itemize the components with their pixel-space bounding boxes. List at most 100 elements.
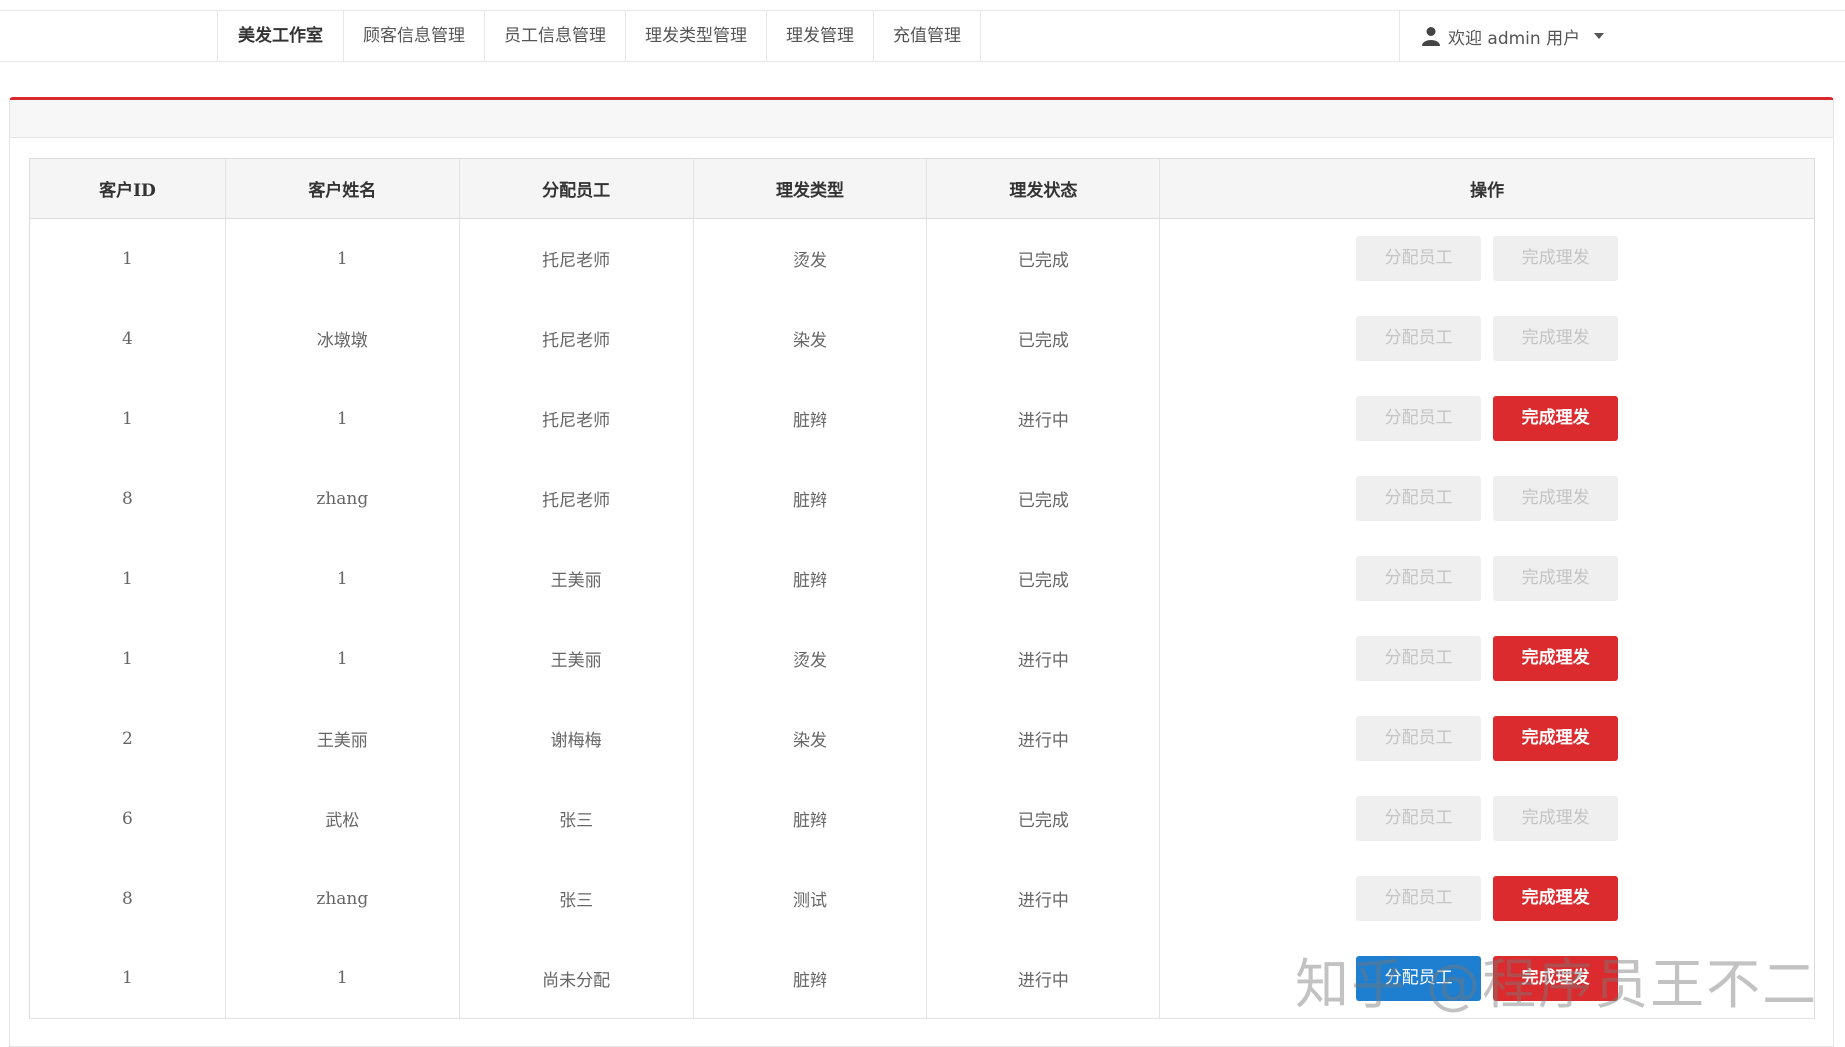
cell-assigned-staff: 王美丽	[459, 618, 694, 699]
nav-recharge[interactable]: 充值管理	[874, 11, 981, 61]
table-row: 1 1 王美丽 烫发 进行中 分配员工 完成理发	[29, 618, 1815, 699]
cell-customer-id: 2	[29, 698, 226, 779]
haircut-table: 客户ID 客户姓名 分配员工 理发类型 理发状态 操作 1 1 托尼老师 烫发 已完成分…	[29, 158, 1815, 1019]
cell-customer-id: 1	[29, 378, 226, 459]
cell-haircut-type: 测试	[693, 858, 928, 939]
table-row: 1 1 托尼老师 脏辫 进行中 分配员工 完成理发	[29, 378, 1815, 459]
table-row: 8 zhang 托尼老师 脏辫 已完成 分配员工 完成理发	[29, 458, 1815, 539]
cell-assigned-staff: 托尼老师	[459, 218, 694, 299]
assign-staff-button[interactable]: 分配员工	[1356, 796, 1482, 841]
cell-customer-name: 1	[225, 618, 460, 699]
cell-haircut-status: 已完成	[926, 458, 1161, 539]
cell-customer-id: 1	[29, 218, 226, 299]
nav-brand[interactable]: 美发工作室	[218, 11, 344, 61]
cell-haircut-status: 进行中	[926, 938, 1161, 1019]
assign-staff-button[interactable]: 分配员工	[1356, 476, 1482, 521]
cell-haircut-status: 进行中	[926, 698, 1161, 779]
cell-customer-name: zhang	[225, 858, 460, 939]
chevron-down-icon	[1594, 33, 1605, 39]
cell-customer-id: 1	[29, 538, 226, 619]
cell-haircut-type: 脏辫	[693, 778, 928, 859]
cell-haircut-status: 已完成	[926, 778, 1161, 859]
assign-staff-button[interactable]: 分配员工	[1356, 636, 1482, 681]
cell-haircut-type: 烫发	[693, 618, 928, 699]
assign-staff-button[interactable]: 分配员工	[1356, 316, 1482, 361]
cell-haircut-status: 进行中	[926, 378, 1161, 459]
cell-customer-name: 1	[225, 938, 460, 1019]
cell-customer-id: 1	[29, 938, 226, 1019]
nav-haircut-management[interactable]: 理发管理	[767, 11, 874, 61]
cell-customer-name: 1	[225, 538, 460, 619]
user-menu[interactable]: 欢迎 admin 用户	[1399, 11, 1845, 61]
cell-actions: 分配员工 完成理发	[1160, 699, 1815, 779]
cell-customer-id: 1	[29, 618, 226, 699]
cell-haircut-type: 脏辫	[693, 378, 928, 459]
col-customer-id: 客户ID	[29, 158, 226, 219]
col-actions: 操作	[1159, 158, 1815, 219]
cell-actions: 分配员工 完成理发	[1160, 299, 1815, 379]
table-row: 1 1 王美丽 脏辫 已完成 分配员工 完成理发	[29, 538, 1815, 619]
cell-actions: 分配员工 完成理发	[1160, 779, 1815, 859]
finish-haircut-button[interactable]: 完成理发	[1493, 316, 1619, 361]
main-nav: 美发工作室 顾客信息管理 员工信息管理 理发类型管理 理发管理 充值管理	[217, 11, 981, 61]
cell-assigned-staff: 尚未分配	[459, 938, 694, 1019]
assign-staff-button[interactable]: 分配员工	[1356, 556, 1482, 601]
watermark: 知乎 @程序员王不二	[1295, 953, 1819, 1016]
cell-haircut-status: 已完成	[926, 218, 1161, 299]
cell-customer-name: 冰墩墩	[225, 298, 460, 379]
panel-heading	[10, 100, 1833, 138]
user-icon	[1422, 27, 1440, 46]
assign-staff-button[interactable]: 分配员工	[1356, 716, 1482, 761]
table-row: 2 王美丽 谢梅梅 染发 进行中 分配员工 完成理发	[29, 698, 1815, 779]
finish-haircut-button[interactable]: 完成理发	[1493, 476, 1619, 521]
cell-assigned-staff: 王美丽	[459, 538, 694, 619]
finish-haircut-button[interactable]: 完成理发	[1493, 236, 1619, 282]
cell-customer-name: 王美丽	[225, 698, 460, 779]
cell-customer-name: zhang	[225, 458, 460, 539]
cell-haircut-type: 染发	[693, 698, 928, 779]
finish-haircut-button[interactable]: 完成理发	[1493, 556, 1619, 601]
col-haircut-status: 理发状态	[926, 158, 1161, 219]
finish-haircut-button[interactable]: 完成理发	[1493, 636, 1619, 681]
finish-haircut-button[interactable]: 完成理发	[1493, 716, 1619, 761]
cell-haircut-type: 脏辫	[693, 938, 928, 1019]
cell-customer-name: 1	[225, 378, 460, 459]
cell-actions: 分配员工 完成理发	[1160, 459, 1815, 539]
cell-assigned-staff: 托尼老师	[459, 378, 694, 459]
assign-staff-button[interactable]: 分配员工	[1356, 876, 1482, 921]
cell-assigned-staff: 谢梅梅	[459, 698, 694, 779]
cell-haircut-status: 进行中	[926, 618, 1161, 699]
cell-customer-id: 8	[29, 858, 226, 939]
cell-customer-id: 8	[29, 458, 226, 539]
cell-customer-id: 6	[29, 778, 226, 859]
assign-staff-button[interactable]: 分配员工	[1356, 236, 1482, 282]
cell-haircut-status: 进行中	[926, 858, 1161, 939]
cell-actions: 分配员工 完成理发	[1160, 379, 1815, 459]
finish-haircut-button[interactable]: 完成理发	[1493, 796, 1619, 841]
col-assigned-staff: 分配员工	[459, 158, 694, 219]
nav-customer-info[interactable]: 顾客信息管理	[344, 11, 485, 61]
table-header-row: 客户ID 客户姓名 分配员工 理发类型 理发状态 操作	[29, 158, 1815, 219]
content-panel: 客户ID 客户姓名 分配员工 理发类型 理发状态 操作 1 1 托尼老师 烫发 已完成分…	[9, 97, 1834, 1047]
nav-staff-info[interactable]: 员工信息管理	[485, 11, 626, 61]
cell-actions: 分配员工 完成理发	[1160, 539, 1815, 619]
assign-staff-button[interactable]: 分配员工	[1356, 396, 1482, 441]
cell-actions: 分配员工 完成理发	[1160, 619, 1815, 699]
cell-customer-id: 4	[29, 298, 226, 379]
table-row: 8 zhang 张三 测试 进行中 分配员工 完成理发	[29, 858, 1815, 939]
table-row: 1 1 托尼老师 烫发 已完成 分配员工 完成理发	[29, 218, 1815, 299]
cell-actions: 分配员工 完成理发	[1160, 859, 1815, 939]
cell-haircut-type: 烫发	[693, 218, 928, 299]
cell-assigned-staff: 张三	[459, 858, 694, 939]
col-customer-name: 客户姓名	[225, 158, 460, 219]
cell-assigned-staff: 张三	[459, 778, 694, 859]
nav-haircut-types[interactable]: 理发类型管理	[626, 11, 767, 61]
cell-haircut-type: 脏辫	[693, 458, 928, 539]
finish-haircut-button[interactable]: 完成理发	[1493, 396, 1619, 441]
finish-haircut-button[interactable]: 完成理发	[1493, 876, 1619, 921]
top-navbar: 美发工作室 顾客信息管理 员工信息管理 理发类型管理 理发管理 充值管理 欢迎 …	[0, 10, 1845, 62]
cell-assigned-staff: 托尼老师	[459, 458, 694, 539]
table-row: 6 武松 张三 脏辫 已完成 分配员工 完成理发	[29, 778, 1815, 859]
cell-haircut-status: 已完成	[926, 538, 1161, 619]
col-haircut-type: 理发类型	[693, 158, 928, 219]
